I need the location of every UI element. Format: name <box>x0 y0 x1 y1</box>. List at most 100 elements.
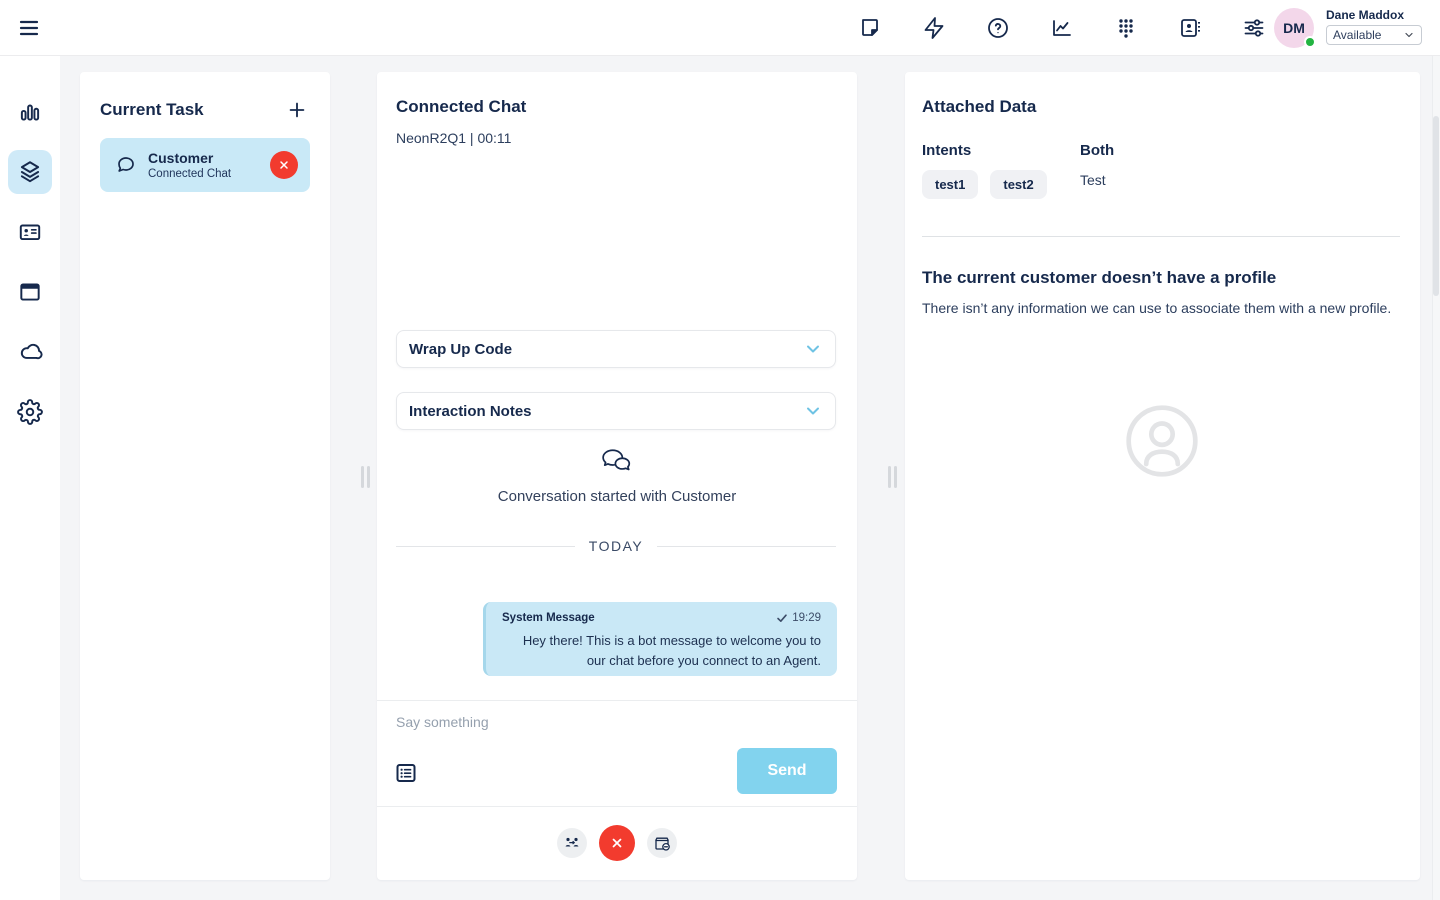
attached-data-title: Attached Data <box>922 97 1036 117</box>
sidebar-item-settings[interactable] <box>8 390 52 434</box>
sidebar-item-performance[interactable] <box>8 90 52 134</box>
sidebar-item-interactions[interactable] <box>8 150 52 194</box>
line-chart-icon <box>1050 16 1074 40</box>
user-meta: Dane Maddox Available <box>1326 8 1422 48</box>
current-task-panel: Current Task Customer Connected Chat <box>80 72 330 880</box>
top-bar: DM Dane Maddox Available <box>0 0 1440 56</box>
no-profile-text: There isn’t any information we can use t… <box>922 298 1398 319</box>
presence-dot <box>1304 36 1316 48</box>
no-profile-title: The current customer doesn’t have a prof… <box>922 268 1276 288</box>
divider-line <box>657 546 836 547</box>
intents-chips: test1 test2 <box>922 170 1047 199</box>
end-chat-button[interactable] <box>599 825 635 861</box>
message-sender: System Message <box>502 612 595 624</box>
chevron-down-icon <box>803 401 823 421</box>
both-value: Test <box>1080 172 1106 188</box>
message-text: Hey there! This is a bot message to welc… <box>502 631 821 671</box>
intent-chip: test1 <box>922 170 978 199</box>
cloud-icon <box>17 339 43 365</box>
dialpad-icon <box>1114 16 1138 40</box>
chat-bubble-icon <box>114 153 138 177</box>
intent-chip: test2 <box>990 170 1046 199</box>
actions-divider <box>377 806 857 807</box>
help-button[interactable] <box>984 14 1012 42</box>
sidebar-item-directory[interactable] <box>8 210 52 254</box>
message-input[interactable] <box>396 708 836 736</box>
sidebar-item-apps[interactable] <box>8 270 52 314</box>
status-select[interactable]: Available <box>1326 25 1422 45</box>
menu-button[interactable] <box>16 15 44 41</box>
wrap-up-code-accordion[interactable]: Wrap Up Code <box>396 330 836 368</box>
archive-icon <box>653 834 671 852</box>
scrollbar-thumb[interactable] <box>1433 116 1439 296</box>
contacts-button[interactable] <box>1176 14 1204 42</box>
plus-icon <box>286 99 308 121</box>
chevron-down-icon <box>1403 29 1415 41</box>
chat-meta: NeonR2Q1 | 00:11 <box>396 130 511 146</box>
close-icon <box>610 836 624 850</box>
both-label: Both <box>1080 142 1114 159</box>
task-name: Customer <box>148 150 270 166</box>
message-status: 19:29 <box>776 612 821 624</box>
bar-chart-icon <box>17 99 43 125</box>
intents-label: Intents <box>922 142 971 159</box>
panel-resize-handle[interactable] <box>361 466 373 488</box>
transfer-button[interactable] <box>557 828 587 858</box>
agent-desktop-app: DM Dane Maddox Available <box>0 0 1440 900</box>
quick-actions-button[interactable] <box>920 14 948 42</box>
task-type: Connected Chat <box>148 168 270 180</box>
dialpad-button[interactable] <box>1112 14 1140 42</box>
contact-card-icon <box>17 219 43 245</box>
task-card[interactable]: Customer Connected Chat <box>100 138 310 192</box>
task-text: Customer Connected Chat <box>148 150 270 180</box>
chat-title: Connected Chat <box>396 97 526 117</box>
bolt-icon <box>922 16 946 40</box>
user-name: Dane Maddox <box>1326 8 1422 22</box>
task-panel-title: Current Task <box>100 100 204 120</box>
note-button[interactable] <box>856 14 884 42</box>
topbar-actions <box>856 0 1268 56</box>
sidebar-item-cloud[interactable] <box>8 330 52 374</box>
add-task-button[interactable] <box>286 98 310 122</box>
sliders-icon <box>1242 16 1266 40</box>
chevron-down-icon <box>803 339 823 359</box>
menu-icon <box>16 16 42 40</box>
wrap-up-code-label: Wrap Up Code <box>409 341 512 358</box>
composer-divider <box>377 700 857 701</box>
avatar-initials: DM <box>1283 20 1305 36</box>
note-icon <box>858 16 882 40</box>
panel-resize-handle[interactable] <box>888 466 900 488</box>
list-icon <box>394 761 418 785</box>
task-panel-header: Current Task <box>100 98 310 122</box>
bubble-header: System Message 19:29 <box>502 612 821 624</box>
interaction-notes-label: Interaction Notes <box>409 403 532 420</box>
profile-placeholder-icon <box>1121 400 1203 482</box>
message-time: 19:29 <box>792 612 821 624</box>
left-nav-rail <box>0 56 60 900</box>
interaction-notes-accordion[interactable]: Interaction Notes <box>396 392 836 430</box>
data-divider <box>922 236 1400 237</box>
layers-icon <box>17 159 43 185</box>
transfer-icon <box>563 834 581 852</box>
avatar[interactable]: DM <box>1274 8 1314 48</box>
user-block: DM Dane Maddox Available <box>1274 8 1422 48</box>
send-button[interactable]: Send <box>737 748 837 794</box>
day-label: TODAY <box>589 538 643 554</box>
park-interaction-button[interactable] <box>647 828 677 858</box>
performance-button[interactable] <box>1048 14 1076 42</box>
conversation-started-text: Conversation started with Customer <box>377 488 857 505</box>
close-task-button[interactable] <box>270 151 298 179</box>
attached-data-panel: Attached Data Intents Both test1 test2 T… <box>905 72 1420 880</box>
gear-icon <box>17 399 43 425</box>
conversation-icon <box>377 448 857 476</box>
check-icon <box>776 612 788 624</box>
close-icon <box>278 159 290 171</box>
divider-line <box>396 546 575 547</box>
preferences-button[interactable] <box>1240 14 1268 42</box>
canned-responses-button[interactable] <box>394 760 420 786</box>
chat-action-row <box>377 825 857 861</box>
day-divider: TODAY <box>396 538 836 554</box>
scrollbar-track <box>1432 56 1440 900</box>
contact-card-icon <box>1178 16 1202 40</box>
help-icon <box>986 16 1010 40</box>
